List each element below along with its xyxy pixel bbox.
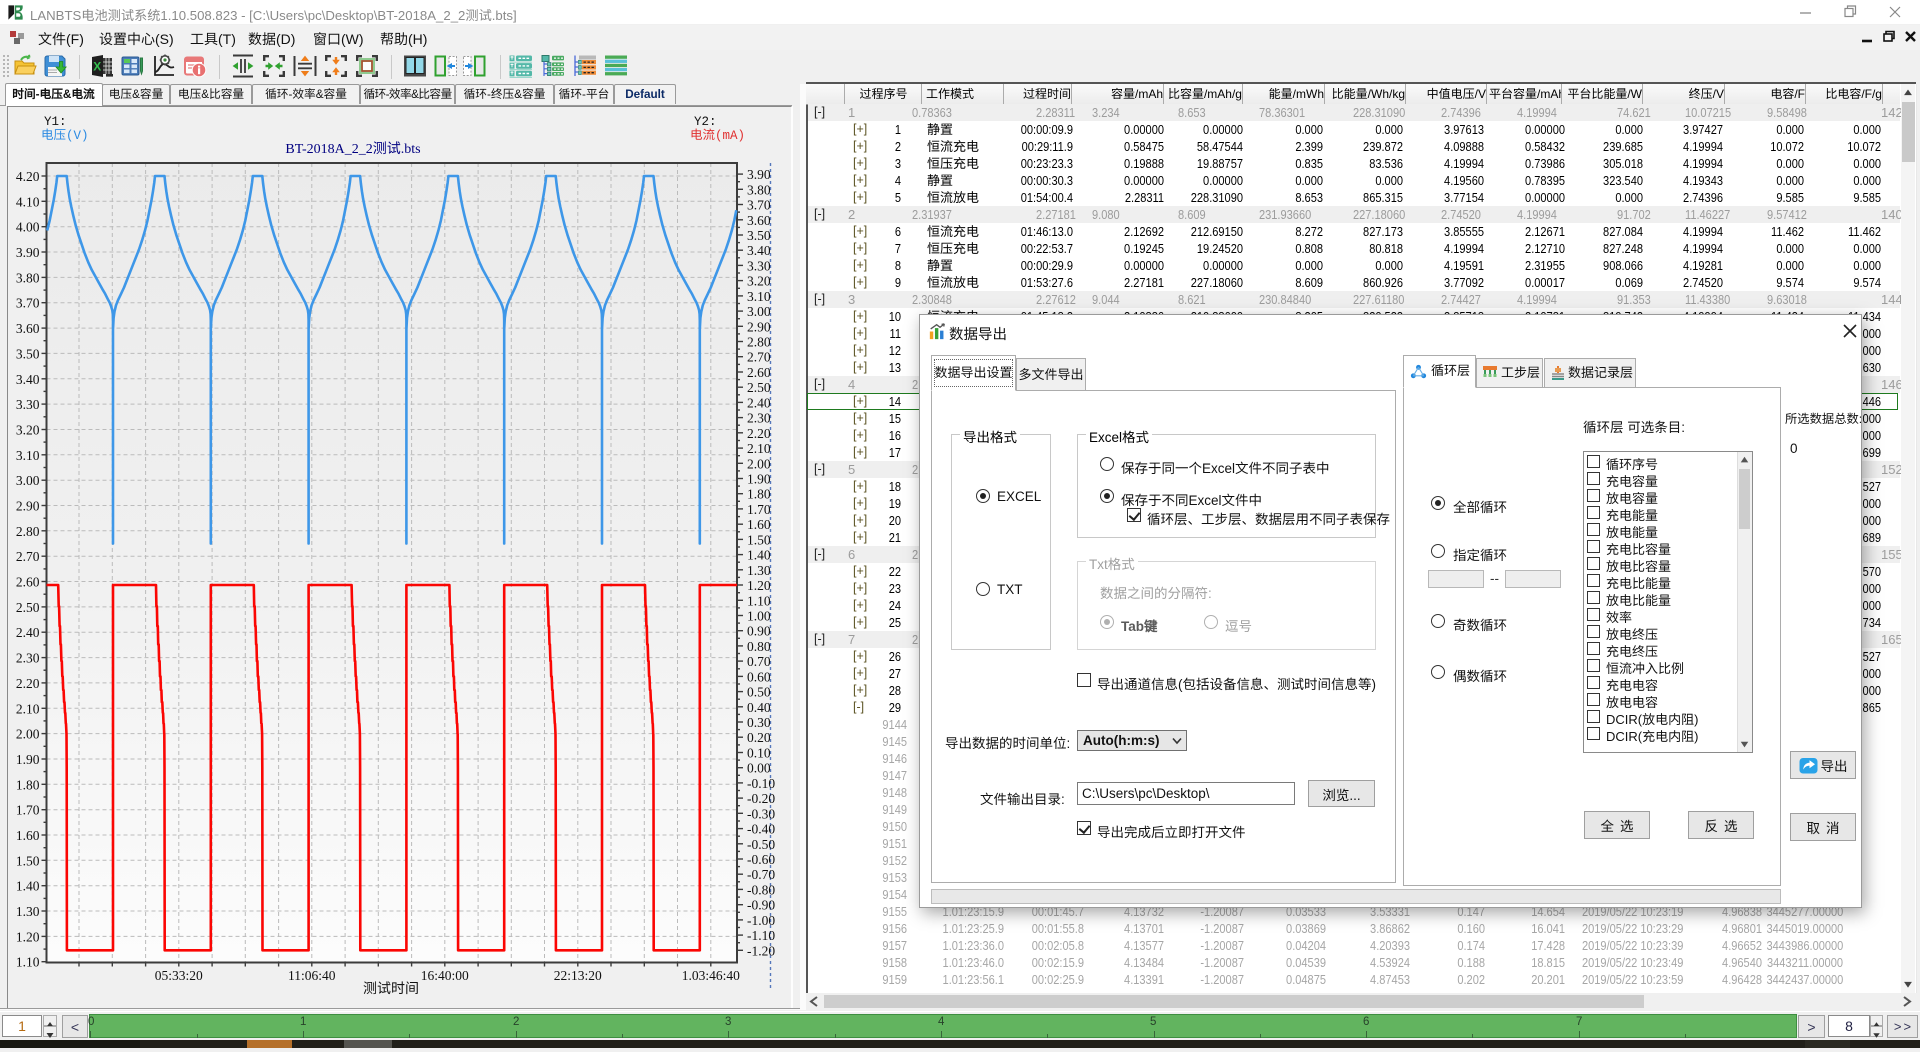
svg-text:3.90: 3.90 — [16, 245, 40, 260]
svg-text:-1.20: -1.20 — [747, 943, 775, 958]
svg-text:-0.30: -0.30 — [747, 806, 775, 821]
svg-text:2.70: 2.70 — [16, 549, 40, 564]
svg-text:11:06:40: 11:06:40 — [288, 968, 336, 983]
svg-text:2.90: 2.90 — [747, 319, 771, 334]
svg-text:Y2:: Y2: — [694, 115, 717, 129]
svg-text:3.40: 3.40 — [747, 243, 771, 258]
svg-text:-1.00: -1.00 — [747, 913, 775, 928]
svg-text:4.20: 4.20 — [16, 169, 40, 184]
svg-text:2.40: 2.40 — [747, 395, 771, 410]
svg-text:-0.40: -0.40 — [747, 822, 775, 837]
svg-text:1.10: 1.10 — [16, 955, 40, 970]
svg-text:22:13:20: 22:13:20 — [554, 968, 602, 983]
svg-text:-0.60: -0.60 — [747, 852, 775, 867]
svg-text:0.40: 0.40 — [747, 700, 771, 715]
svg-text:-0.50: -0.50 — [747, 837, 775, 852]
svg-text:3.60: 3.60 — [747, 213, 771, 228]
svg-text:4.00: 4.00 — [16, 220, 40, 235]
svg-text:1.03:46:40: 1.03:46:40 — [682, 968, 740, 983]
svg-text:X: X — [93, 60, 101, 74]
svg-text:1.60: 1.60 — [16, 828, 40, 843]
svg-text:1.90: 1.90 — [747, 472, 771, 487]
svg-text:2.20: 2.20 — [747, 426, 771, 441]
svg-text:2.40: 2.40 — [16, 625, 40, 640]
svg-text:0.00: 0.00 — [747, 761, 771, 776]
svg-text:-0.90: -0.90 — [747, 898, 775, 913]
svg-text:-0.20: -0.20 — [747, 791, 775, 806]
svg-text:3.20: 3.20 — [16, 423, 40, 438]
svg-text:3.70: 3.70 — [16, 296, 40, 311]
svg-text:1.20: 1.20 — [16, 929, 40, 944]
svg-text:4.10: 4.10 — [16, 194, 40, 209]
svg-text:BT-2018A_2_2测试.bts: BT-2018A_2_2测试.bts — [285, 141, 420, 157]
svg-text:2.00: 2.00 — [16, 727, 40, 742]
svg-text:-0.70: -0.70 — [747, 867, 775, 882]
svg-text:0.50: 0.50 — [747, 685, 771, 700]
svg-text:Y1:: Y1: — [44, 115, 67, 129]
svg-text:1.30: 1.30 — [16, 904, 40, 919]
svg-text:3.30: 3.30 — [16, 397, 40, 412]
svg-text:1.40: 1.40 — [747, 548, 771, 563]
svg-text:0.60: 0.60 — [747, 669, 771, 684]
svg-text:1.50: 1.50 — [16, 853, 40, 868]
svg-text:1.10: 1.10 — [747, 593, 771, 608]
svg-text:3.50: 3.50 — [16, 346, 40, 361]
svg-text:1.70: 1.70 — [16, 803, 40, 818]
svg-text:1.50: 1.50 — [747, 532, 771, 547]
svg-text:16:40:00: 16:40:00 — [421, 968, 469, 983]
svg-text:0.20: 0.20 — [747, 730, 771, 745]
svg-text:3.10: 3.10 — [747, 289, 771, 304]
svg-text:3.20: 3.20 — [747, 274, 771, 289]
svg-text:05:33:20: 05:33:20 — [155, 968, 203, 983]
svg-text:2.00: 2.00 — [747, 456, 771, 471]
svg-text:2.60: 2.60 — [747, 365, 771, 380]
svg-text:电压(V): 电压(V) — [41, 128, 89, 143]
svg-text:2.90: 2.90 — [16, 499, 40, 514]
svg-text:2.30: 2.30 — [16, 651, 40, 666]
svg-text:2.30: 2.30 — [747, 411, 771, 426]
svg-text:3.70: 3.70 — [747, 198, 771, 213]
svg-text:3.50: 3.50 — [747, 228, 771, 243]
svg-text:3.30: 3.30 — [747, 258, 771, 273]
svg-text:2.50: 2.50 — [747, 380, 771, 395]
svg-text:3.90: 3.90 — [747, 167, 771, 182]
svg-text:3.00: 3.00 — [16, 473, 40, 488]
svg-text:2.60: 2.60 — [16, 575, 40, 590]
svg-text:2.70: 2.70 — [747, 350, 771, 365]
svg-text:2.80: 2.80 — [747, 335, 771, 350]
svg-text:2.20: 2.20 — [16, 676, 40, 691]
svg-text:3.80: 3.80 — [747, 182, 771, 197]
svg-text:1.90: 1.90 — [16, 752, 40, 767]
svg-text:-0.80: -0.80 — [747, 882, 775, 897]
svg-text:3.10: 3.10 — [16, 448, 40, 463]
svg-text:2.80: 2.80 — [16, 524, 40, 539]
svg-text:1.40: 1.40 — [16, 879, 40, 894]
svg-text:0.30: 0.30 — [747, 715, 771, 730]
svg-text:0.80: 0.80 — [747, 639, 771, 654]
svg-text:3.40: 3.40 — [16, 372, 40, 387]
svg-text:2.10: 2.10 — [747, 441, 771, 456]
svg-text:电流(mA): 电流(mA) — [690, 128, 745, 143]
svg-text:3.60: 3.60 — [16, 321, 40, 336]
svg-text:1.80: 1.80 — [16, 777, 40, 792]
svg-text:2.10: 2.10 — [16, 701, 40, 716]
svg-text:1.60: 1.60 — [747, 517, 771, 532]
svg-text:1.30: 1.30 — [747, 563, 771, 578]
svg-text:3.00: 3.00 — [747, 304, 771, 319]
svg-text:-1.10: -1.10 — [747, 928, 775, 943]
svg-text:测试时间: 测试时间 — [363, 978, 419, 998]
svg-text:1.00: 1.00 — [747, 609, 771, 624]
svg-text:1.80: 1.80 — [747, 487, 771, 502]
svg-text:0.90: 0.90 — [747, 624, 771, 639]
svg-text:3.80: 3.80 — [16, 270, 40, 285]
svg-text:0.70: 0.70 — [747, 654, 771, 669]
svg-text:1.20: 1.20 — [747, 578, 771, 593]
svg-text:0.10: 0.10 — [747, 746, 771, 761]
svg-text:-0.10: -0.10 — [747, 776, 775, 791]
svg-text:2.50: 2.50 — [16, 600, 40, 615]
svg-text:1.70: 1.70 — [747, 502, 771, 517]
